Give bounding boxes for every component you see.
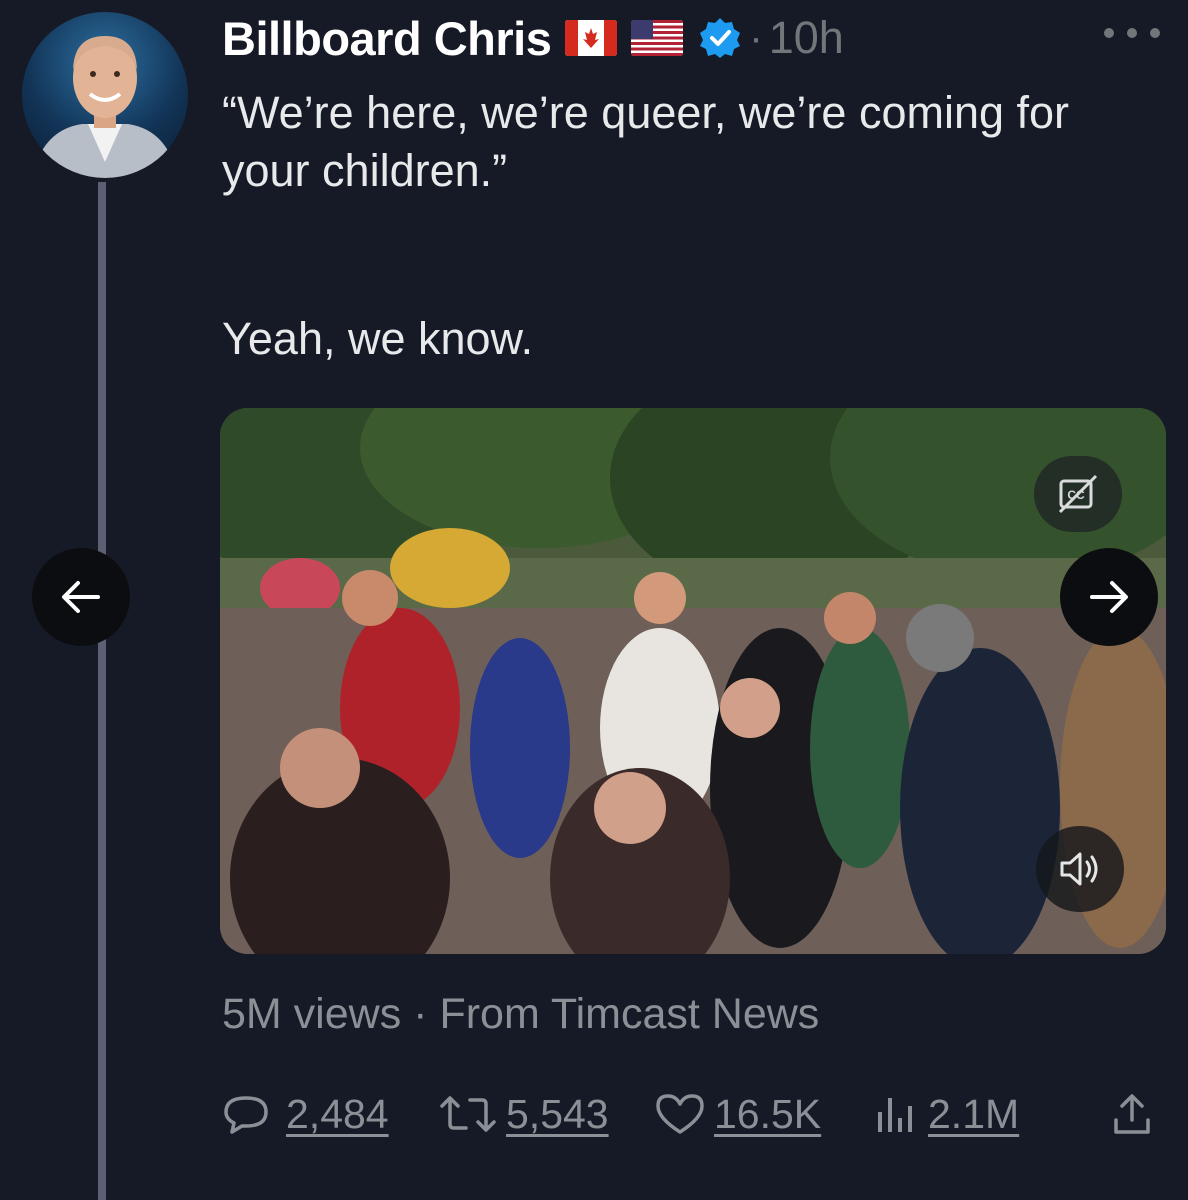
media-attribution: 5M views · From Timcast News [222, 990, 819, 1039]
like-count: 16.5K [714, 1090, 822, 1137]
reply-icon [224, 1096, 268, 1134]
arrow-left-icon [62, 581, 100, 613]
retweet-count: 5,543 [506, 1090, 609, 1137]
views-chart-icon [878, 1098, 912, 1132]
closed-captions-icon: CC [1058, 474, 1098, 514]
usa-flag-icon [631, 20, 684, 56]
reply-button[interactable]: 2,484 [222, 1082, 389, 1146]
closed-captions-button[interactable]: CC [1034, 456, 1122, 532]
avatar[interactable] [22, 12, 188, 178]
views-button[interactable]: 2.1M [872, 1082, 1019, 1146]
canada-flag-icon [565, 20, 618, 56]
retweet-icon [440, 1096, 496, 1132]
more-options-icon[interactable] [1104, 18, 1160, 48]
tweet-text: “We’re here, we’re queer, we’re coming f… [222, 87, 1070, 196]
volume-button[interactable] [1036, 826, 1124, 912]
thread-line [98, 182, 106, 1200]
video-frame [220, 408, 1166, 954]
tweet-text-second-paragraph: Yeah, we know. [222, 313, 534, 364]
reply-count: 2,484 [286, 1090, 389, 1137]
video-source[interactable]: From Timcast News [439, 990, 819, 1038]
heart-icon [656, 1094, 704, 1134]
timestamp[interactable]: 10h [769, 12, 844, 64]
view-count: 2.1M [928, 1090, 1020, 1137]
verified-badge-icon[interactable] [699, 17, 741, 59]
header-separator: · [749, 15, 763, 60]
next-button[interactable] [1060, 548, 1158, 646]
avatar-image [32, 36, 178, 178]
arrow-right-icon [1090, 581, 1128, 613]
volume-icon [1060, 852, 1098, 886]
action-bar: 2,484 5,543 16.5K 2.1M [222, 1082, 1162, 1146]
share-button[interactable] [1108, 1082, 1164, 1146]
tweet-header: Billboard Chris · 10h [222, 8, 844, 68]
attribution-separator: · [413, 990, 428, 1038]
video-player[interactable] [220, 408, 1166, 954]
like-button[interactable]: 16.5K [654, 1082, 821, 1146]
retweet-button[interactable]: 5,543 [438, 1082, 609, 1146]
share-icon [1114, 1094, 1150, 1134]
video-views: 5M views [222, 990, 402, 1038]
previous-button[interactable] [32, 548, 130, 646]
author-name[interactable]: Billboard Chris [222, 11, 552, 66]
